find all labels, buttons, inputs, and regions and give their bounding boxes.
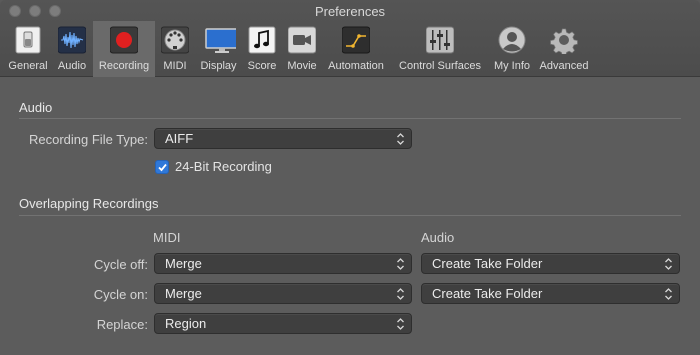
popup-value: AIFF [165, 131, 194, 146]
checkmark-icon [158, 163, 167, 172]
audio-column-header: Audio [421, 230, 455, 245]
audio-section-title: Audio [19, 100, 53, 115]
tab-recording[interactable]: Recording [93, 21, 155, 77]
tab-automation[interactable]: Automation [324, 21, 388, 77]
midi-column-header: MIDI [153, 230, 181, 245]
monitor-icon [204, 28, 236, 53]
popup-value: Merge [165, 286, 202, 301]
tab-label: Advanced [539, 60, 589, 72]
recording-file-type-label: Recording File Type: [29, 132, 148, 147]
cycle-off-midi-popup[interactable]: Merge [154, 253, 412, 274]
tab-label: Audio [57, 60, 87, 72]
tab-general[interactable]: General [6, 21, 50, 77]
tab-movie[interactable]: Movie [284, 21, 320, 77]
cycle-on-midi-popup[interactable]: Merge [154, 283, 412, 304]
faders-icon [426, 26, 454, 54]
tab-advanced[interactable]: Advanced [537, 21, 591, 77]
switch-icon [15, 26, 41, 54]
tab-label: Control Surfaces [399, 60, 481, 72]
chevron-updown-icon [397, 258, 404, 270]
tab-display[interactable]: Display [196, 21, 241, 77]
cycle-on-audio-popup[interactable]: Create Take Folder [421, 283, 680, 304]
cycle-off-label: Cycle off: [94, 257, 148, 272]
record-icon [110, 26, 138, 54]
replace-midi-popup[interactable]: Region [154, 313, 412, 334]
tab-label: My Info [493, 60, 531, 72]
tab-label: Display [200, 60, 237, 72]
tab-label: Automation [328, 60, 384, 72]
tab-my-info[interactable]: My Info [490, 21, 534, 77]
cycle-off-audio-popup[interactable]: Create Take Folder [421, 253, 680, 274]
tab-control-surfaces[interactable]: Control Surfaces [392, 21, 488, 77]
chevron-updown-icon [397, 318, 404, 330]
recording-file-type-popup[interactable]: AIFF [154, 128, 412, 149]
score-icon [248, 26, 276, 54]
title-bar: Preferences General Audio Recording MIDI… [0, 0, 700, 77]
24-bit-recording-label: 24-Bit Recording [175, 159, 272, 174]
popup-value: Create Take Folder [432, 286, 543, 301]
chevron-updown-icon [665, 288, 672, 300]
gear-icon [550, 28, 578, 54]
overlapping-section-title: Overlapping Recordings [19, 196, 159, 211]
user-icon [498, 26, 526, 54]
popup-value: Merge [165, 256, 202, 271]
tab-score[interactable]: Score [245, 21, 279, 77]
chevron-updown-icon [665, 258, 672, 270]
chevron-updown-icon [397, 288, 404, 300]
automation-icon [342, 26, 370, 54]
tab-label: General [8, 60, 48, 72]
chevron-updown-icon [397, 133, 404, 145]
window-title: Preferences [314, 4, 386, 19]
tab-label: MIDI [163, 60, 187, 72]
tab-label: Recording [98, 60, 150, 72]
cycle-on-label: Cycle on: [93, 287, 148, 302]
tab-audio[interactable]: Audio [52, 21, 92, 77]
preferences-window: Preferences General Audio Recording MIDI… [0, 0, 700, 355]
section-divider [19, 215, 681, 216]
replace-label: Replace: [96, 317, 148, 332]
tab-label: Score [247, 60, 277, 72]
waveform-icon [58, 26, 86, 54]
midi-port-icon [161, 26, 189, 54]
popup-value: Region [165, 316, 207, 331]
tab-label: Movie [287, 60, 317, 72]
24-bit-recording-checkbox[interactable] [155, 160, 169, 174]
section-divider [19, 118, 681, 119]
popup-value: Create Take Folder [432, 256, 543, 271]
tab-midi[interactable]: MIDI [159, 21, 191, 77]
camera-icon [288, 26, 316, 54]
